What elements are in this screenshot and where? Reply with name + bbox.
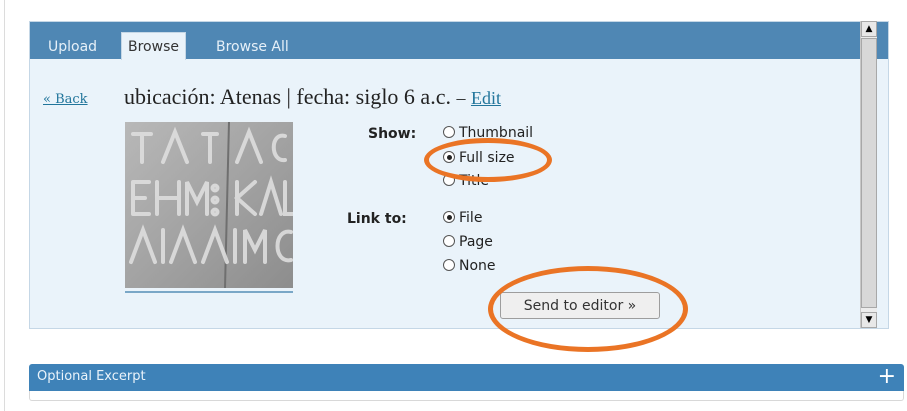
show-option-thumbnail-label: Thumbnail: [459, 125, 534, 141]
link-option-none[interactable]: None: [443, 257, 496, 275]
show-option-full-size-label: Full size: [459, 150, 515, 166]
link-option-page[interactable]: Page: [443, 233, 493, 251]
inscription-stone-thumbnail: [125, 122, 293, 288]
thumbnail-underline: [125, 291, 293, 293]
tab-browse-all[interactable]: Browse All: [210, 36, 295, 59]
scroll-thumb[interactable]: [861, 38, 877, 308]
radio-page[interactable]: [443, 235, 455, 247]
show-label: Show:: [368, 126, 417, 142]
plus-icon[interactable]: +: [878, 364, 896, 390]
link-option-none-label: None: [459, 258, 496, 274]
show-option-thumbnail[interactable]: Thumbnail: [443, 124, 533, 142]
radio-file[interactable]: [443, 211, 455, 223]
media-title-row: ubicación: Atenas | fecha: siglo 6 a.c. …: [124, 84, 501, 110]
link-option-page-label: Page: [459, 234, 493, 250]
link-option-file[interactable]: File: [443, 209, 482, 227]
show-option-title-label: Title: [459, 173, 490, 189]
optional-excerpt-body: [29, 391, 904, 401]
radio-title[interactable]: [443, 174, 455, 186]
show-option-title[interactable]: Title: [443, 172, 489, 190]
page-left-border: [4, 0, 5, 411]
radio-none[interactable]: [443, 259, 455, 271]
send-to-editor-button[interactable]: Send to editor »: [500, 292, 660, 319]
vertical-scrollbar[interactable]: ▲ ▼: [860, 21, 877, 328]
optional-excerpt-title: Optional Excerpt: [37, 369, 146, 384]
title-separator: –: [456, 88, 466, 108]
scroll-up-icon[interactable]: ▲: [861, 21, 877, 37]
media-title: ubicación: Atenas | fecha: siglo 6 a.c.: [124, 84, 451, 109]
back-link[interactable]: « Back: [43, 92, 88, 107]
radio-full-size[interactable]: [443, 151, 455, 163]
show-option-full-size[interactable]: Full size: [443, 149, 515, 167]
optional-excerpt-header[interactable]: Optional Excerpt +: [29, 364, 904, 391]
media-thumbnail: [125, 122, 293, 288]
link-option-file-label: File: [459, 210, 483, 226]
edit-link[interactable]: Edit: [471, 88, 501, 108]
scroll-down-icon[interactable]: ▼: [861, 312, 877, 328]
link-to-label: Link to:: [347, 211, 407, 227]
tab-upload[interactable]: Upload: [42, 36, 103, 59]
radio-thumbnail[interactable]: [443, 126, 455, 138]
media-tab-bar: Upload Browse Browse All: [30, 22, 888, 60]
tab-browse[interactable]: Browse: [121, 32, 186, 60]
